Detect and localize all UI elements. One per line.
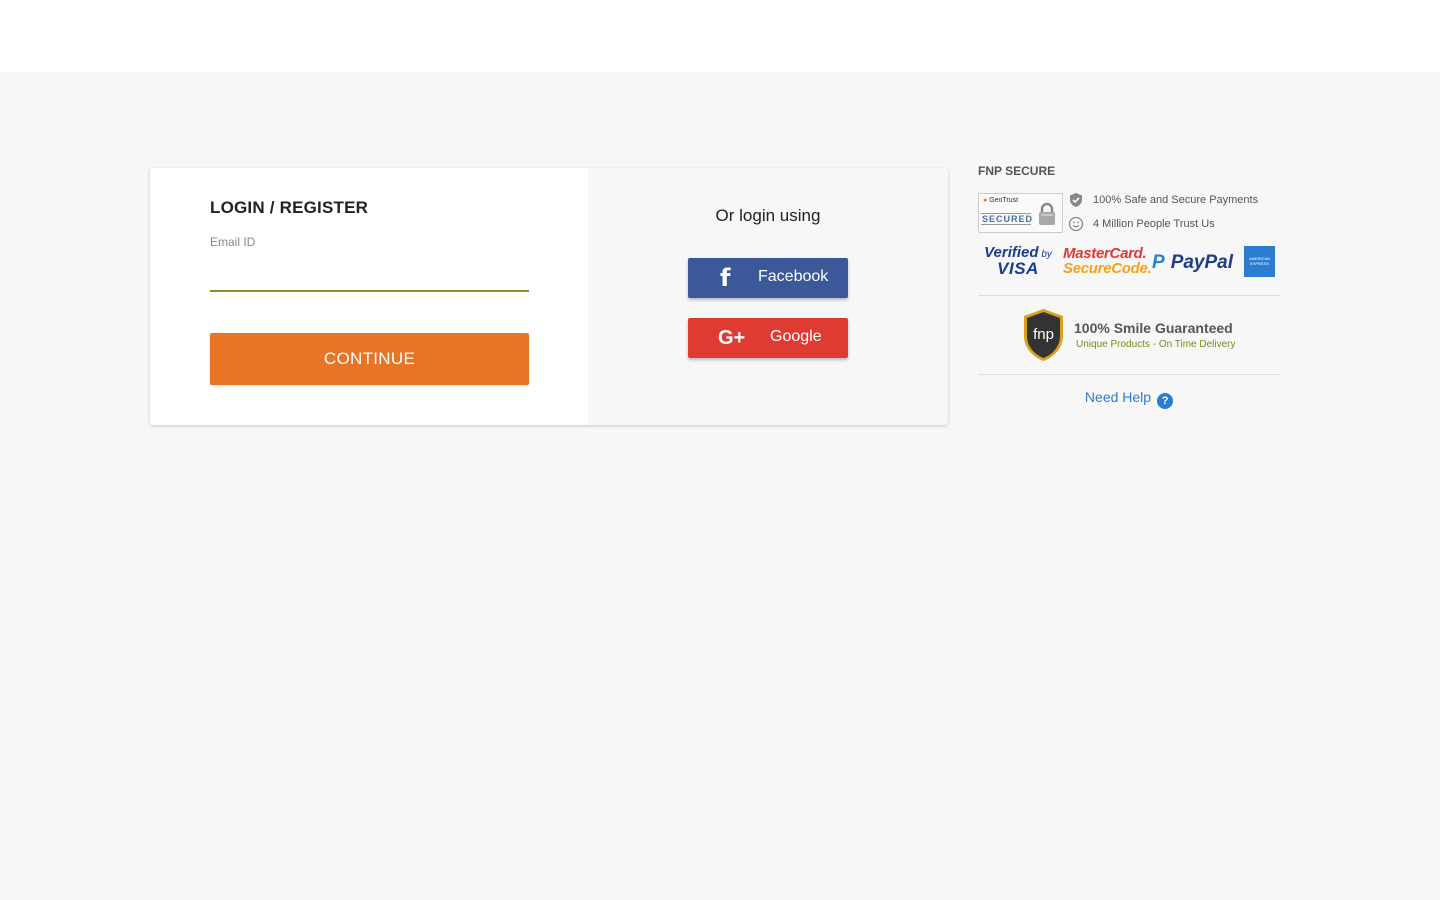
fnp-shield-icon: fnp (1024, 309, 1063, 361)
divider (978, 374, 1280, 375)
smiley-icon (1068, 216, 1084, 232)
smile-guarantee: fnp 100% Smile Guaranteed Unique Product… (1022, 308, 1282, 362)
email-input[interactable] (210, 256, 529, 292)
geotrust-brand: ● GeoTrust (983, 197, 1019, 204)
payment-logos: Verified by VISA MasterCard. SecureCode.… (978, 244, 1280, 280)
padlock-icon (1039, 202, 1055, 225)
facebook-button-label: Facebook (758, 268, 829, 285)
help-question-icon: ? (1157, 393, 1174, 409)
divider (978, 295, 1280, 296)
need-help-label: Need Help (1084, 389, 1152, 405)
smile-guarantee-subtitle: Unique Products - On Time Delivery (1076, 339, 1236, 350)
login-form-panel: LOGIN / REGISTER Email ID CONTINUE (150, 168, 588, 425)
secure-title: FNP SECURE (978, 164, 1056, 178)
facebook-icon: f (720, 264, 731, 292)
need-help-link[interactable]: Need Help? (978, 389, 1280, 409)
trust-line-secure-payments: 100% Safe and Secure Payments (1068, 192, 1258, 208)
trust-line-people-trust: 4 Million People Trust Us (1068, 216, 1215, 232)
continue-button[interactable]: CONTINUE (210, 333, 529, 385)
login-title: LOGIN / REGISTER (210, 198, 369, 217)
geotrust-badge: ● GeoTrust SECURED (978, 193, 1063, 233)
google-button-label: Google (770, 328, 822, 345)
shield-text: fnp (1033, 326, 1054, 343)
top-header-bar (0, 0, 1440, 72)
google-login-button[interactable]: G+ Google (688, 318, 848, 358)
geotrust-secured-label: SECURED (981, 213, 1034, 225)
amex-logo: AMERICAN EXPRESS (1244, 246, 1275, 277)
login-card: LOGIN / REGISTER Email ID CONTINUE Or lo… (150, 168, 948, 425)
smile-guarantee-title: 100% Smile Guaranteed (1074, 320, 1233, 336)
shield-check-icon (1070, 193, 1082, 207)
email-label: Email ID (210, 235, 256, 249)
mastercard-securecode-logo: MasterCard. SecureCode. (1063, 245, 1152, 277)
secure-panel: FNP SECURE ● GeoTrust SECURED 100% Safe … (978, 164, 1280, 409)
social-login-heading: Or login using (715, 206, 821, 225)
google-plus-icon: G+ (718, 327, 746, 349)
verified-by-visa-logo: Verified by VISA (984, 244, 1052, 278)
paypal-logo: P PayPal (1152, 252, 1234, 273)
facebook-login-button[interactable]: f Facebook (688, 258, 848, 298)
